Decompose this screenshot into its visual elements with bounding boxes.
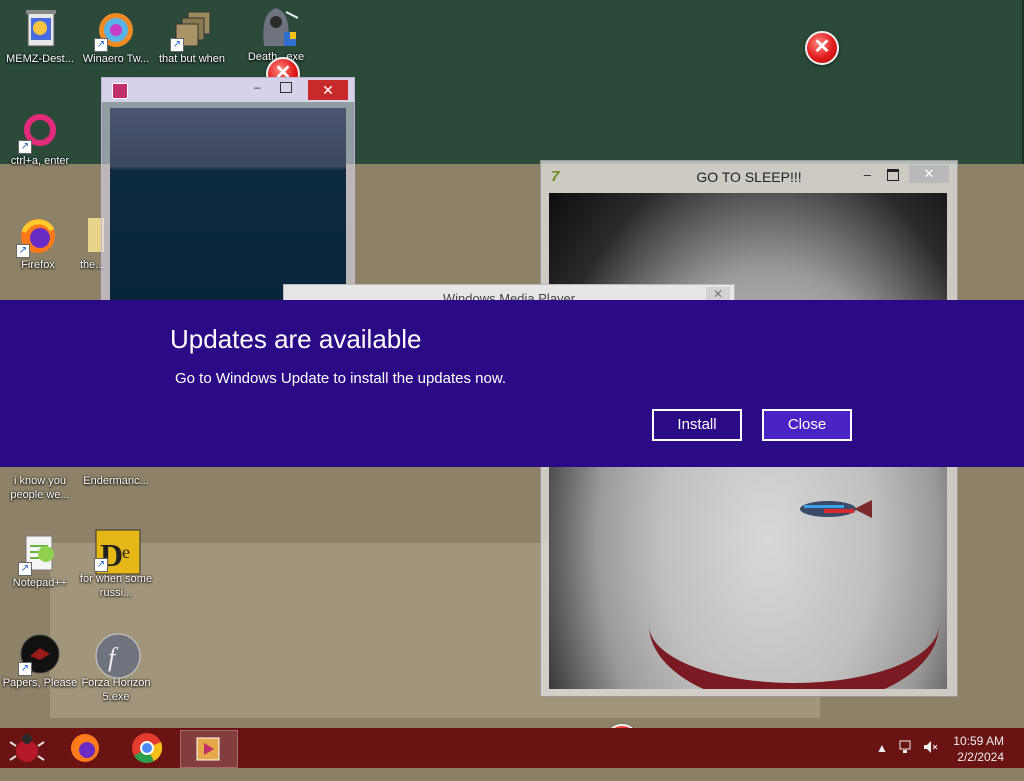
- desktop-icon-ctrl-a[interactable]: ↗ ctrl+a, enter: [2, 110, 78, 168]
- video-window[interactable]: – ✕: [101, 77, 355, 309]
- stacked-folders-icon: ↗: [170, 8, 214, 52]
- volume-muted-icon[interactable]: [922, 739, 938, 779]
- chrome-icon[interactable]: [128, 730, 166, 766]
- desktop-icon-label: Notepad++: [12, 577, 68, 589]
- desktop-icon-memz[interactable]: MEMZ-Dest...: [2, 8, 78, 66]
- desktop-icon-label: for when some russi...: [79, 573, 156, 599]
- desktop-icon-death-exe[interactable]: Death...exe: [238, 6, 314, 64]
- winaero-tweaker-icon: ↗: [94, 8, 138, 52]
- clock-date: 2/2/2024: [957, 750, 1004, 764]
- media-player-icon[interactable]: [180, 730, 238, 768]
- desktop-icon-label: that but when: [158, 53, 226, 65]
- shortcut-arrow-icon: ↗: [18, 662, 32, 676]
- desktop-icon-label: Forza Horizon 5.exe: [81, 677, 154, 703]
- update-banner: Updates are available Go to Windows Upda…: [0, 300, 1024, 467]
- maximize-button[interactable]: [280, 82, 292, 93]
- desktop-icon-label: Firefox: [21, 259, 55, 271]
- desktop-icon-that-but-when[interactable]: ↗ that but when: [154, 8, 230, 66]
- media-player-icon: [112, 83, 128, 99]
- system-clock[interactable]: 10:59 AM 2/2/2024: [953, 733, 1004, 765]
- shortcut-arrow-icon: ↗: [16, 244, 30, 258]
- smile-shape: [649, 543, 939, 689]
- desktop-icon-i-know-you[interactable]: i know you people we...: [2, 474, 78, 502]
- fish-icon: [800, 500, 872, 518]
- error-icon: ✕: [805, 31, 839, 65]
- video-window-titlebar[interactable]: – ✕: [102, 78, 354, 102]
- shortcut-arrow-icon: ↗: [94, 558, 108, 572]
- desktop-icon-notepad-plus-plus[interactable]: ↗ Notepad++: [2, 532, 78, 590]
- recycle-bin-icon: [18, 8, 62, 52]
- desktop-icon-papers-please[interactable]: ↗ Papers, Please: [2, 632, 78, 690]
- minimize-button[interactable]: –: [254, 80, 268, 94]
- desktop-icon-label: Endermanc...: [83, 475, 149, 487]
- firefox-icon: ↗: [16, 214, 60, 258]
- svg-text:e: e: [122, 542, 130, 562]
- close-button[interactable]: ✕: [308, 80, 348, 100]
- desktop-icon-label: MEMZ-Dest...: [6, 53, 74, 65]
- desktop-icon-firefox[interactable]: ↗ Firefox: [0, 214, 76, 272]
- shortcut-arrow-icon: ↗: [94, 38, 108, 52]
- minimize-button[interactable]: –: [864, 167, 871, 182]
- desktop-icon-for-when[interactable]: De ↗ for when some russi...: [78, 528, 154, 600]
- malware-bug-icon[interactable]: [8, 730, 46, 766]
- banner-message: Go to Windows Update to install the upda…: [175, 370, 507, 387]
- video-content: [110, 108, 346, 303]
- shortcut-arrow-icon: ↗: [18, 562, 32, 576]
- grim-reaper-icon: [254, 6, 299, 50]
- flash-player-icon: f: [94, 632, 141, 679]
- desktop-icon-label: Papers, Please: [2, 677, 78, 689]
- pink-ring-icon: ↗: [18, 110, 62, 154]
- shortcut-arrow-icon: ↗: [18, 140, 32, 154]
- banner-title: Updates are available: [170, 324, 422, 354]
- notepad-plus-plus-icon: ↗: [18, 532, 62, 576]
- desktop-icon-endermanch[interactable]: Endermanc...: [78, 474, 154, 488]
- desktop-icon-label: Winaero Tw...: [82, 53, 150, 65]
- papers-please-icon: ↗: [18, 632, 62, 676]
- maximize-button[interactable]: [887, 169, 899, 181]
- shortcut-arrow-icon: ↗: [170, 38, 184, 52]
- clock-time: 10:59 AM: [953, 734, 1004, 748]
- taskbar: ▲ 10:59 AM 2/2/2024: [0, 728, 1024, 768]
- desktop-icon-winaero[interactable]: ↗ Winaero Tw...: [78, 8, 154, 66]
- close-button[interactable]: Close: [762, 409, 852, 441]
- close-button[interactable]: ✕: [706, 287, 730, 301]
- network-icon[interactable]: [898, 739, 914, 779]
- close-button[interactable]: ✕: [909, 165, 949, 183]
- dependency-walker-icon: De ↗: [94, 528, 141, 575]
- desktop-icon-forza-horizon[interactable]: f Forza Horizon 5.exe: [78, 632, 154, 704]
- sleep-window-titlebar[interactable]: 7 GO TO SLEEP!!! – ✕: [541, 161, 957, 191]
- desktop-icon-label: i know you people we...: [10, 475, 70, 501]
- show-hidden-icons[interactable]: ▲: [876, 741, 888, 781]
- firefox-icon[interactable]: [66, 730, 104, 766]
- install-button[interactable]: Install: [652, 409, 742, 441]
- desktop-icon-label: ctrl+a, enter: [10, 155, 70, 167]
